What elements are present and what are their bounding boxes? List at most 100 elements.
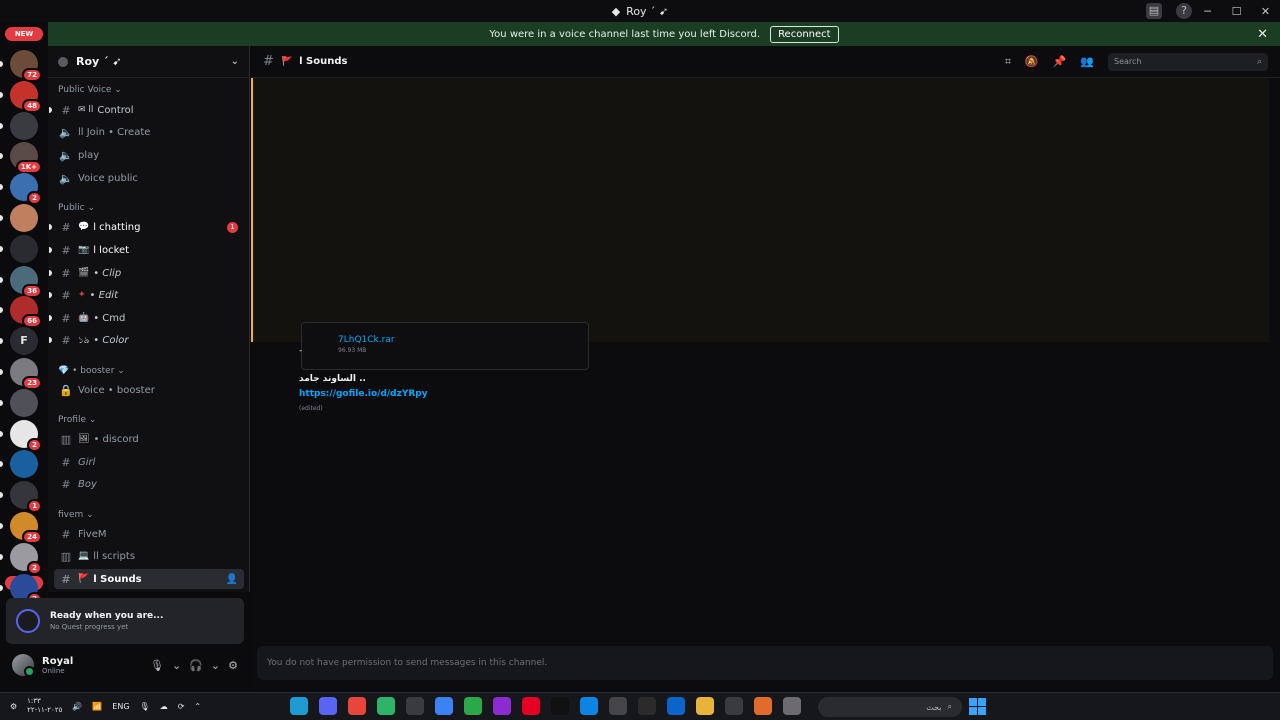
channel-voice-booster[interactable]: 🔒 Voice • booster xyxy=(54,380,244,400)
banner-close-icon[interactable]: ✕ xyxy=(1257,27,1268,42)
avatar[interactable] xyxy=(12,654,35,677)
taskbar-app-icon[interactable] xyxy=(725,697,743,715)
chevron-down-icon[interactable]: ⌄ xyxy=(211,659,220,672)
channel-fivem[interactable]: # FiveM xyxy=(54,524,244,544)
channel-clip[interactable]: # 🎬 • Clip xyxy=(49,263,244,283)
chevron-up-icon[interactable]: ⌃ xyxy=(194,702,201,711)
channel-chatting[interactable]: # 💬 l chatting 1 xyxy=(49,217,244,237)
server-icon[interactable]: 2 xyxy=(10,419,42,452)
taskbar-apps xyxy=(290,697,801,715)
server-icon[interactable] xyxy=(10,234,38,263)
taskbar-app-icon[interactable] xyxy=(464,697,482,715)
taskbar-app-icon[interactable] xyxy=(406,697,424,715)
server-icon[interactable] xyxy=(10,111,38,140)
taskbar-app-icon[interactable] xyxy=(580,697,598,715)
taskbar-app-icon[interactable] xyxy=(638,697,656,715)
windows-start-icon[interactable] xyxy=(969,698,986,715)
taskbar-app-icon[interactable] xyxy=(609,697,627,715)
chevron-down-icon[interactable]: ⌄ xyxy=(172,659,181,672)
headphones-icon[interactable]: 🎧 xyxy=(189,659,203,672)
taskbar-search-text: بحث xyxy=(926,702,942,712)
message-link[interactable]: https://gofile.io/d/dzYRpy xyxy=(299,389,428,399)
channel-voice-public[interactable]: 🔈 Voice public xyxy=(54,168,244,188)
category-fivem[interactable]: fivem ⌄ xyxy=(58,510,94,520)
server-icon[interactable]: 1 xyxy=(10,481,42,514)
taskbar-app-icon[interactable] xyxy=(377,697,395,715)
hash-icon: # xyxy=(263,54,274,69)
category-public-voice[interactable]: Public Voice ⌄ xyxy=(58,85,122,95)
server-icon[interactable]: 2 xyxy=(10,542,42,575)
inbox-icon[interactable]: ▤ xyxy=(1146,3,1162,19)
search-input[interactable]: Search ⌕ xyxy=(1108,52,1268,71)
maximize-button[interactable]: ☐ xyxy=(1222,5,1251,18)
sync-icon[interactable]: ⟳ xyxy=(178,702,185,711)
channel-girl[interactable]: # Girl xyxy=(54,452,244,472)
channel-cmd[interactable]: # 🤖 • Cmd xyxy=(49,308,244,328)
channel-sounds[interactable]: # 🚩 l Sounds 👤 xyxy=(54,569,244,589)
channel-control[interactable]: # ✉ ll Control xyxy=(49,100,244,120)
channel-locket[interactable]: # 📷 l locket xyxy=(49,240,244,260)
volume-icon[interactable]: 🔊 xyxy=(72,702,82,711)
unread-indicator xyxy=(0,91,3,98)
server-icon[interactable]: 23 xyxy=(10,358,42,390)
close-window-button[interactable]: ✕ xyxy=(1251,5,1280,18)
taskbar-app-icon[interactable] xyxy=(667,697,685,715)
add-member-icon[interactable]: 👤 xyxy=(226,574,238,585)
category-booster[interactable]: 💎 • booster ⌄ xyxy=(58,366,125,376)
server-icon[interactable]: 48 xyxy=(10,80,42,113)
quest-panel[interactable]: Ready when you are... No Quest progress … xyxy=(6,598,244,644)
chevron-down-icon[interactable]: ⌄ xyxy=(231,56,239,67)
server-icon[interactable]: 36 xyxy=(10,265,42,298)
unread-indicator xyxy=(0,430,3,437)
notification-bell-icon[interactable]: 🔕 xyxy=(1025,55,1039,68)
taskbar-search[interactable]: بحث ⌕ xyxy=(818,697,962,717)
taskbar-app-icon[interactable] xyxy=(435,697,453,715)
taskbar-app-icon[interactable] xyxy=(319,697,337,715)
taskbar-app-icon[interactable] xyxy=(348,697,366,715)
server-icon[interactable]: F xyxy=(10,327,38,356)
mic-tray-icon[interactable]: 🎙 xyxy=(140,702,150,711)
gear-icon[interactable]: ⚙ xyxy=(228,659,238,672)
taskbar-app-icon[interactable] xyxy=(290,697,308,715)
taskbar-app-icon[interactable] xyxy=(783,697,801,715)
server-icon[interactable]: 72 xyxy=(10,50,42,82)
language-indicator[interactable]: ENG xyxy=(112,702,129,711)
guild-header[interactable]: Roy ´ ➹ ⌄ xyxy=(48,46,249,78)
member-list-icon[interactable]: 👥 xyxy=(1080,55,1094,68)
server-icon[interactable]: 24 xyxy=(10,512,42,544)
server-icon[interactable]: 66 xyxy=(10,296,42,329)
unread-indicator xyxy=(0,461,3,468)
threads-icon[interactable]: ⌗ xyxy=(1005,55,1011,69)
channel-play[interactable]: 🔈 play xyxy=(54,145,244,165)
server-icon[interactable] xyxy=(10,204,38,232)
help-icon[interactable]: ? xyxy=(1176,3,1192,19)
taskbar-app-icon[interactable] xyxy=(754,697,772,715)
server-icon[interactable] xyxy=(10,450,38,479)
reconnect-button[interactable]: Reconnect xyxy=(770,25,839,43)
settings-icon[interactable]: ⚙ xyxy=(10,702,17,711)
channel-color[interactable]: #১ঌ • Color xyxy=(49,330,244,350)
channel-edit[interactable]: # ✦ • Edit xyxy=(49,285,244,305)
microphone-icon[interactable]: 🎙 xyxy=(150,659,164,672)
channel-scripts[interactable]: ▥ 💻 ll scripts xyxy=(54,546,244,566)
server-icon[interactable]: 2 xyxy=(10,173,42,206)
attachment-name[interactable]: 7LhQ1Ck.rar xyxy=(338,335,588,345)
server-icon[interactable] xyxy=(10,388,38,417)
minimize-button[interactable]: ─ xyxy=(1193,5,1222,18)
category-public[interactable]: Public ⌄ xyxy=(58,203,95,213)
wifi-icon[interactable]: 📶 xyxy=(92,702,102,711)
channel-label: • Color xyxy=(93,334,129,346)
channel-join-create[interactable]: 🔈 ll Join • Create xyxy=(54,122,244,142)
clock[interactable]: ١:٣٣ ٢٠٢٥-١١-٢٢ xyxy=(27,697,62,715)
server-icon[interactable]: 1K+ xyxy=(10,142,42,175)
taskbar-app-icon[interactable] xyxy=(522,697,540,715)
taskbar-app-icon[interactable] xyxy=(493,697,511,715)
taskbar-app-icon[interactable] xyxy=(551,697,569,715)
pin-icon[interactable]: 📌 xyxy=(1053,55,1067,68)
channel-discord[interactable]: ▥ 🖼 • discord xyxy=(54,429,244,449)
channel-boy[interactable]: # Boy xyxy=(54,474,244,494)
cloud-icon[interactable]: ☁ xyxy=(160,702,168,711)
category-profile[interactable]: Profile ⌄ xyxy=(58,415,96,425)
taskbar-app-icon[interactable] xyxy=(696,697,714,715)
file-attachment[interactable]: 7LhQ1Ck.rar 96.93 MB xyxy=(301,322,589,370)
